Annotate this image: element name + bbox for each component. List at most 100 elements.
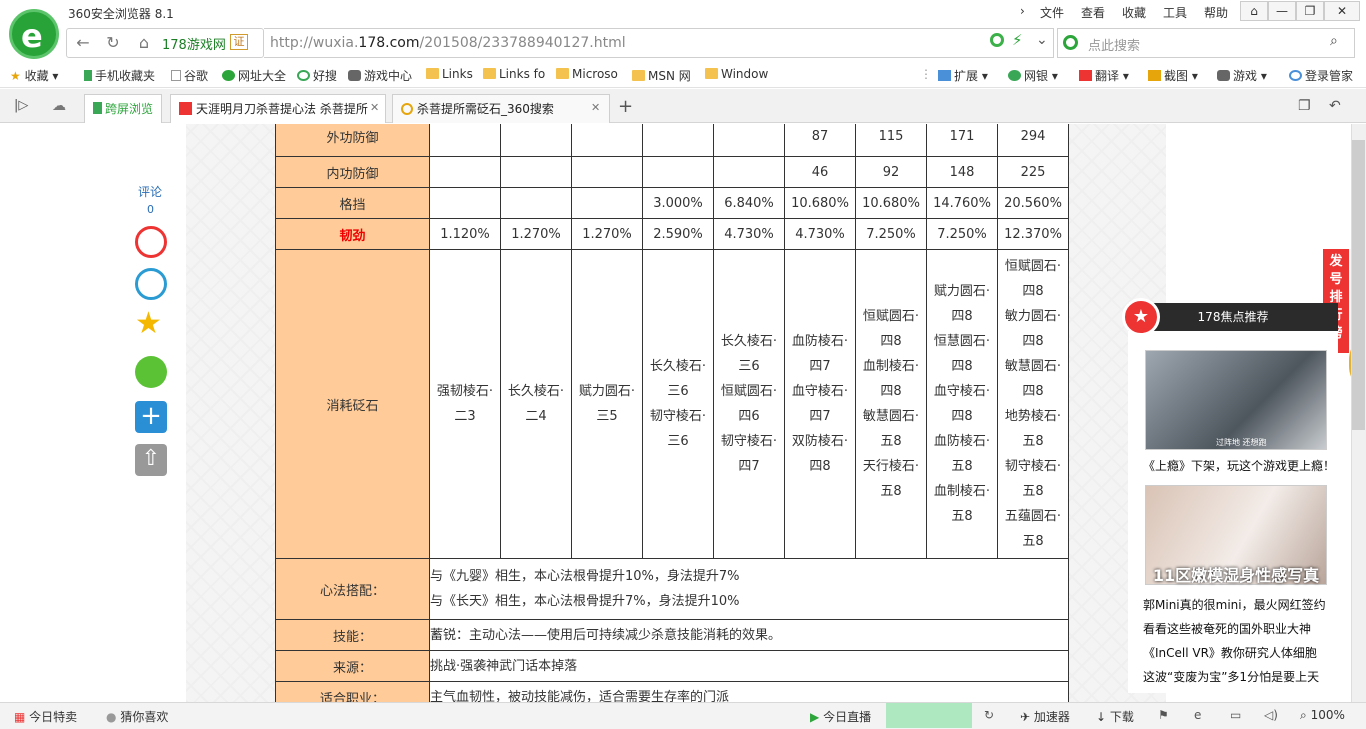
news-thumbnail[interactable]: 过阵地 还想跑 <box>1145 350 1327 450</box>
browser-logo-icon[interactable]: e <box>9 9 59 59</box>
menu-tools[interactable]: 工具 <box>1163 4 1187 21</box>
bookmark-google[interactable]: 谷歌 <box>171 67 208 84</box>
sidebar-toggle-icon[interactable]: |▷ <box>14 98 28 113</box>
news-link[interactable]: 看看这些被奄死的国外职业大神 <box>1143 620 1311 637</box>
bookmark-mobile[interactable]: 手机收藏夹 <box>84 67 155 84</box>
menu-help[interactable]: 帮助 <box>1204 4 1228 21</box>
undo-close-icon[interactable]: ↶ <box>1329 98 1341 114</box>
toolbar-login-manager[interactable]: 登录管家 <box>1289 67 1353 84</box>
site-tag[interactable]: 178游戏网 <box>162 34 226 53</box>
bookmark-haosou[interactable]: 好搜 <box>297 67 337 84</box>
search-icon[interactable]: ⌕ <box>1330 33 1338 49</box>
close-tab-icon[interactable]: ✕ <box>370 101 379 114</box>
bookmark-favorites[interactable]: ★ 收藏 ▾ <box>10 67 58 84</box>
refresh-icon[interactable]: ↻ <box>102 32 124 54</box>
accelerator[interactable]: ✈ 加速器 <box>1020 708 1070 725</box>
stone-line: 血制棱石· <box>933 484 991 499</box>
table-row-info: 适合职业： 主气血韧性，被动技能减伤，适合需要生存率的门派 <box>275 681 1069 702</box>
security-icon[interactable] <box>990 33 1004 47</box>
comment-label[interactable]: 评论 <box>138 183 162 200</box>
url-input[interactable]: http://wuxia.178.com/201508/233788940127… <box>264 28 1054 58</box>
close-tab-icon[interactable]: ✕ <box>591 101 600 114</box>
stone-line: 四6 <box>738 409 760 424</box>
close-window-button[interactable]: ✕ <box>1324 1 1360 21</box>
bookmark-links[interactable]: Links <box>426 67 473 81</box>
stone-line: 血守棱石· <box>933 384 991 399</box>
news-link[interactable]: 这波“变废为宝”多1分怕是要上天 <box>1143 668 1319 685</box>
zoom-icon: ⌕ <box>1300 708 1307 722</box>
today-live[interactable]: ▶ 今日直播 <box>810 708 871 725</box>
accelerator-icon: ✈ <box>1020 710 1031 724</box>
status-ad-slot[interactable] <box>886 703 972 728</box>
bookmark-game-center[interactable]: 游戏中心 <box>348 67 412 84</box>
url-path: /201508/233788940127.html <box>419 35 626 51</box>
home-icon[interactable]: ⌂ <box>133 32 155 54</box>
stone-line: 长久棱石· <box>720 334 778 349</box>
stone-line: 三6 <box>667 434 689 449</box>
play-icon: ▶ <box>810 710 820 724</box>
zoom-level[interactable]: ⌕ 100% <box>1300 708 1345 723</box>
downloads[interactable]: ↓ 下载 <box>1096 708 1134 725</box>
stone-line: 四8 <box>951 309 973 324</box>
scrollbar-thumb[interactable] <box>1352 140 1365 430</box>
guess-you-like[interactable]: ● 猜你喜欢 <box>106 708 168 725</box>
volume-icon[interactable]: ◁) <box>1264 708 1278 722</box>
menu-arrow-icon[interactable]: › <box>1020 4 1025 18</box>
weibo-icon[interactable] <box>135 226 167 258</box>
stone-line: 五8 <box>1022 534 1044 549</box>
stone-cell: 恒赋圆石· 四8 敏力圆石· 四8 敏慧圆石· 四8 地势棱石· 五8 韧守棱石· 五8 五蕴圆石·… <box>997 249 1069 559</box>
stone-line: 四8 <box>951 359 973 374</box>
tab-search[interactable]: 杀菩提所需砭石_360搜索 <box>392 94 610 123</box>
toolbar-extensions[interactable]: 扩展 ▾ <box>938 67 988 84</box>
new-tab-button[interactable]: + <box>618 96 633 117</box>
news-link[interactable]: 《InCell VR》教你研究人体细胞 <box>1143 644 1317 661</box>
toolbar-separator: ⋮ <box>920 67 932 81</box>
stone-line: 四8 <box>809 459 831 474</box>
row-header: 内功防御 <box>275 156 430 188</box>
bookmark-msn[interactable]: MSN 网 <box>632 67 691 84</box>
today-deals[interactable]: ▦ 今日特卖 <box>14 708 77 725</box>
toolbar-translate[interactable]: 翻译 ▾ <box>1079 67 1129 84</box>
tencent-weibo-icon[interactable] <box>135 268 167 300</box>
toolbar-bank[interactable]: 网银 ▾ <box>1008 67 1058 84</box>
back-to-top-icon[interactable]: ⇧ <box>135 444 167 476</box>
toolbar-screenshot[interactable]: 截图 ▾ <box>1148 67 1198 84</box>
cert-badge[interactable]: 证 <box>230 34 248 50</box>
menu-favorites[interactable]: 收藏 <box>1122 4 1146 21</box>
more-share-icon[interactable]: + <box>135 401 167 433</box>
bookmark-site-directory[interactable]: 网址大全 <box>222 67 286 84</box>
stone-line: 四8 <box>880 334 902 349</box>
qzone-icon[interactable]: ★ <box>135 308 162 340</box>
stone-line: 天行棱石· <box>862 459 920 474</box>
search-input[interactable]: 点此搜索 <box>1088 35 1140 54</box>
news-thumbnail[interactable]: 11区嫩模湿身性感写真 <box>1145 485 1327 585</box>
stone-cell: 赋力圆石· 三5 <box>571 249 643 559</box>
back-icon[interactable]: ← <box>72 32 94 54</box>
news-link[interactable]: 郭Mini真的很mini，最火网红签约 <box>1143 596 1326 613</box>
status-refresh-icon[interactable]: ↻ <box>984 708 994 722</box>
home-window-button[interactable]: ⌂ <box>1240 1 1268 21</box>
search-engine-icon[interactable] <box>1063 35 1078 50</box>
wechat-icon[interactable] <box>135 356 167 388</box>
bookmark-microsoft[interactable]: Microso <box>556 67 618 81</box>
stone-cell: 长久棱石· 三6 恒赋圆石· 四6 韧守棱石· 四7 <box>713 249 785 559</box>
tab-list-icon[interactable]: ❐ <box>1298 98 1311 114</box>
maximize-button[interactable]: ❐ <box>1296 1 1324 21</box>
bookmark-windows[interactable]: Window <box>705 67 768 81</box>
cloud-icon[interactable]: ☁ <box>52 98 66 114</box>
ie-mode-icon[interactable]: e <box>1194 708 1201 722</box>
minimize-button[interactable]: — <box>1268 1 1296 21</box>
stone-line: 四8 <box>951 409 973 424</box>
bookmark-links-fo[interactable]: Links fo <box>483 67 545 81</box>
window-icon[interactable]: ▭ <box>1230 708 1241 722</box>
menu-view[interactable]: 查看 <box>1081 4 1105 21</box>
tab-split-browse[interactable]: 跨屏浏览 <box>84 94 162 123</box>
menu-file[interactable]: 文件 <box>1040 4 1064 21</box>
speed-mode-icon[interactable]: ⚡ <box>1012 31 1023 49</box>
tab-active[interactable]: 天涯明月刀杀菩提心法 杀菩提所 <box>170 94 386 123</box>
toolbar-games[interactable]: 游戏 ▾ <box>1217 67 1267 84</box>
news-caption[interactable]: 《上瘾》下架，玩这个游戏更上瘾！ <box>1143 457 1335 474</box>
dropdown-icon[interactable]: ⌄ <box>1036 32 1048 48</box>
search-favicon-icon <box>401 103 413 115</box>
flag-icon[interactable]: ⚑ <box>1158 708 1169 722</box>
